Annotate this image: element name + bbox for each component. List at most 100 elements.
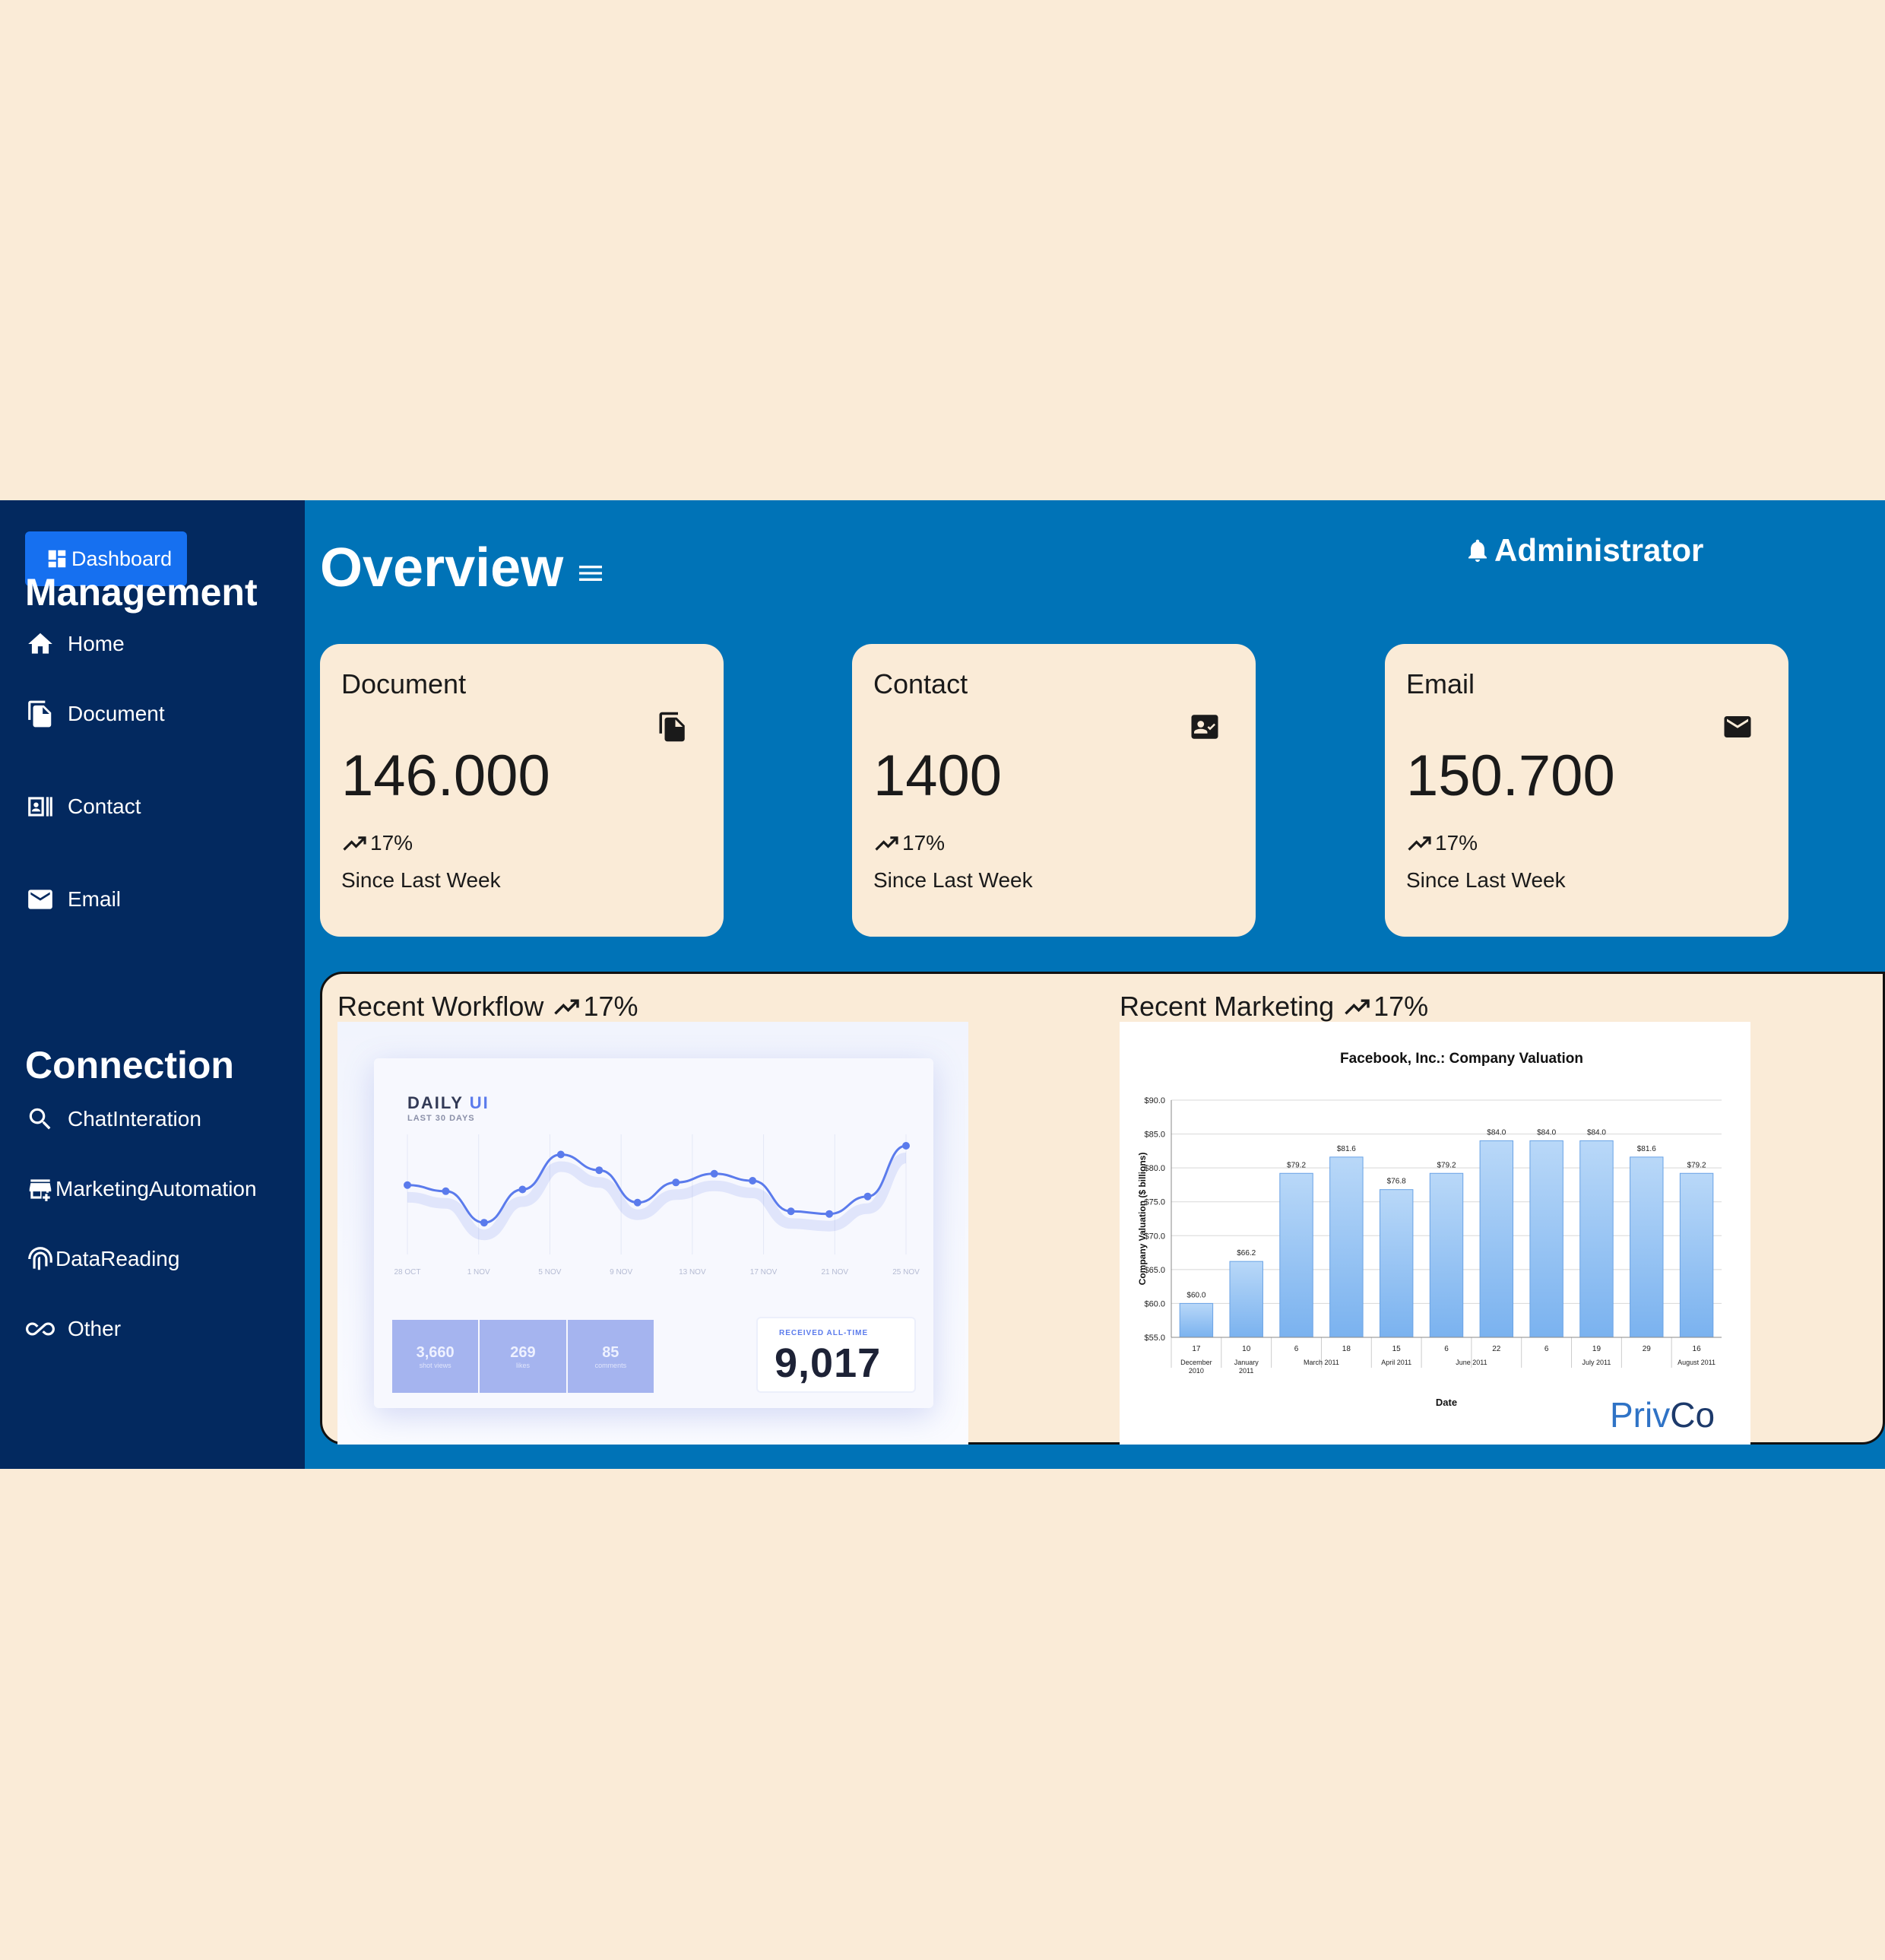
bar-value-label: $60.0 <box>1186 1291 1205 1299</box>
bar-value-label: $79.2 <box>1687 1161 1706 1169</box>
recent-marketing-trend: 17% <box>1373 991 1429 1022</box>
bar-value-label: $81.6 <box>1337 1145 1356 1153</box>
bar <box>1379 1189 1414 1338</box>
x-tick-label: 18 <box>1342 1345 1351 1353</box>
sidebar-item-datareading[interactable]: DataReading <box>25 1241 179 1277</box>
watermark-b: Co <box>1670 1395 1716 1435</box>
page-title-text: Overview <box>320 538 564 598</box>
sidebar-item-label: Email <box>68 887 122 911</box>
user-menu[interactable]: Administrator <box>1464 532 1703 569</box>
x-tick-label: 29 <box>1643 1345 1652 1353</box>
bar <box>1479 1140 1514 1338</box>
contact-stat-card[interactable]: Contact 1400 17% Since Last Week <box>852 644 1256 937</box>
bar <box>1429 1172 1464 1338</box>
marketing-chart-image[interactable]: Facebook, Inc.: Company Valuation $55.0 $… <box>1120 1022 1750 1445</box>
document-stat-card[interactable]: Document 146.000 17% Since Last Week <box>320 644 724 937</box>
bar-value-label: $84.0 <box>1487 1128 1506 1137</box>
sidebar-item-label: Document <box>68 702 165 725</box>
sidebar-item-label: Contact <box>68 794 141 818</box>
y-tick-label: $85.0 <box>1144 1131 1165 1140</box>
received-label: RECEIVED ALL-TIME <box>779 1329 869 1337</box>
data-point <box>672 1178 680 1187</box>
sidebar-item-chatinteration[interactable]: ChatInteration <box>25 1101 201 1137</box>
daily-ui-card: DAILY UI LAST 30 DAYS 28 OCT 1 NOV 5 NOV 9 … <box>374 1058 933 1408</box>
dashboard-icon <box>48 550 66 568</box>
contact-card-icon <box>1189 711 1221 743</box>
x-tick-label: 6 <box>1544 1345 1549 1353</box>
user-name: Administrator <box>1494 532 1704 568</box>
card-trend-value: 17% <box>902 831 946 855</box>
month-group-label: August 2011 <box>1677 1359 1716 1366</box>
trending-up-icon <box>343 836 366 851</box>
y-tick-label: $90.0 <box>1144 1096 1165 1105</box>
data-point <box>825 1210 834 1218</box>
sidebar: Dashboard Management Home Document Conta… <box>0 500 305 1469</box>
recent-workflow-label: Recent Workflow <box>337 991 544 1022</box>
month-group-label: March 2011 <box>1304 1359 1339 1366</box>
data-point <box>710 1169 718 1178</box>
data-point <box>902 1142 910 1150</box>
document-icon <box>25 699 55 729</box>
email-stat-card[interactable]: Email 150.700 17% Since Last Week <box>1385 644 1788 937</box>
card-trend: 17% <box>1406 831 1478 855</box>
sidebar-item-label: Home <box>68 632 125 655</box>
x-tick-label: 5 NOV <box>538 1268 561 1277</box>
month-group-label: April 2011 <box>1381 1359 1411 1366</box>
month-label-line: January <box>1234 1359 1259 1366</box>
sidebar-item-marketingautomation[interactable]: MarketingAutomation <box>25 1171 257 1207</box>
x-tick-label: 28 OCT <box>394 1268 420 1277</box>
x-tick-label: 15 <box>1392 1345 1402 1353</box>
month-group-label: December 2010 <box>1180 1359 1212 1375</box>
data-point <box>749 1177 757 1185</box>
data-point <box>556 1150 565 1159</box>
bar <box>1229 1261 1263 1338</box>
card-value: 146.000 <box>341 744 550 808</box>
trending-up-icon <box>1408 836 1431 851</box>
recent-marketing-label: Recent Marketing <box>1120 991 1335 1022</box>
month-label-line: December <box>1180 1359 1212 1366</box>
card-trend-value: 17% <box>1435 831 1478 855</box>
card-title: Contact <box>873 668 968 699</box>
card-trend: 17% <box>873 831 945 855</box>
hamburger-menu-icon[interactable] <box>575 558 606 588</box>
sidebar-item-document[interactable]: Document <box>25 696 165 732</box>
data-point <box>442 1187 450 1195</box>
mini-stat-value: 85 <box>602 1343 619 1361</box>
infinity-icon <box>25 1314 55 1344</box>
bar-value-label: $76.8 <box>1387 1178 1406 1186</box>
x-tick-label: 25 NOV <box>892 1268 920 1277</box>
store-icon <box>25 1174 55 1204</box>
trending-up-icon <box>554 999 580 1015</box>
sidebar-item-email[interactable]: Email <box>25 881 121 918</box>
x-tick-label: 21 NOV <box>821 1268 848 1277</box>
mini-stat-label: comments <box>594 1361 627 1369</box>
data-point <box>404 1181 411 1189</box>
x-tick-label: 17 NOV <box>750 1268 778 1277</box>
bar-value-label: $66.2 <box>1237 1249 1256 1258</box>
workflow-image[interactable]: DAILY UI LAST 30 DAYS 28 OCT 1 NOV 5 NOV 9 … <box>337 1022 968 1445</box>
x-tick-label: 10 <box>1242 1345 1251 1353</box>
card-title: Email <box>1406 668 1475 699</box>
data-point <box>595 1166 604 1175</box>
x-tick-label: 6 <box>1444 1345 1449 1353</box>
card-value: 150.700 <box>1406 744 1615 808</box>
bar-value-label: $81.6 <box>1637 1145 1656 1153</box>
trending-up-icon <box>1345 999 1370 1015</box>
sidebar-item-home[interactable]: Home <box>25 626 125 662</box>
fingerprint-icon <box>25 1244 55 1274</box>
daily-line-chart: 28 OCT 1 NOV 5 NOV 9 NOV 13 NOV 17 NOV 21 NOV 2… <box>394 1134 920 1277</box>
x-tick-label: 16 <box>1693 1345 1702 1353</box>
x-tick-label: 1 NOV <box>467 1268 490 1277</box>
bar-value-label: $79.2 <box>1287 1161 1306 1169</box>
sidebar-item-other[interactable]: Other <box>25 1311 121 1347</box>
y-tick-label: $60.0 <box>1144 1299 1165 1308</box>
month-label-line: 2011 <box>1239 1367 1253 1375</box>
email-icon <box>1722 711 1754 743</box>
sidebar-item-label: DataReading <box>55 1247 180 1270</box>
bar <box>1279 1172 1313 1338</box>
recent-workflow-trend: 17% <box>583 991 638 1022</box>
sidebar-item-contact[interactable]: Contact <box>25 788 141 825</box>
document-icon <box>657 711 689 743</box>
data-point <box>863 1192 872 1200</box>
month-group-label: June 2011 <box>1456 1359 1487 1366</box>
